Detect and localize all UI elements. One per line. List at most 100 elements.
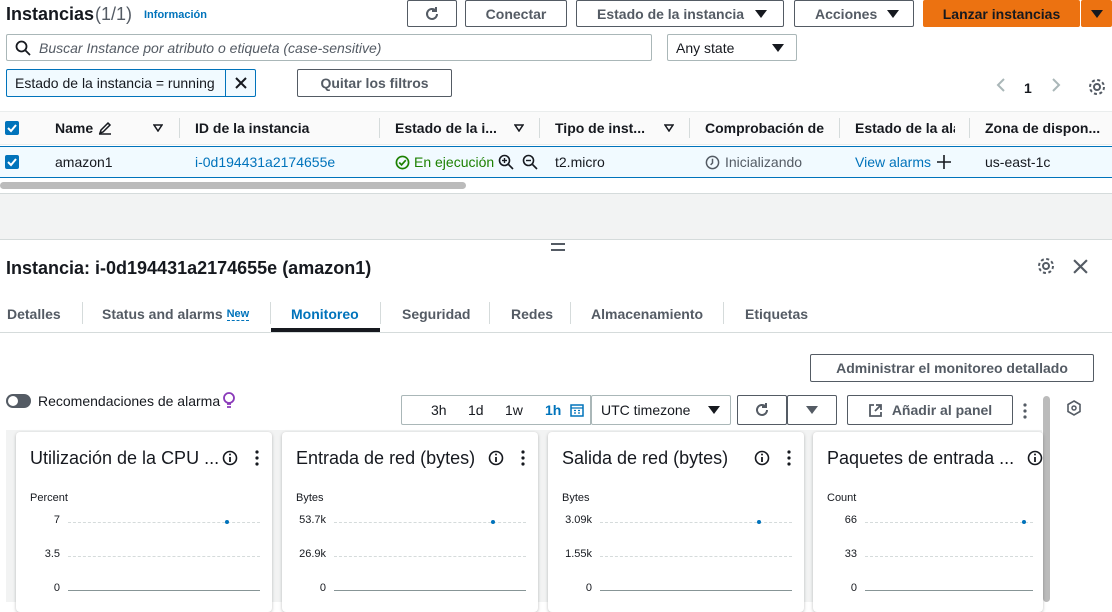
- more-options-icon[interactable]: [786, 449, 792, 467]
- add-to-dashboard-button[interactable]: Añadir al panel: [847, 395, 1013, 425]
- state-filter-select[interactable]: Any state: [667, 34, 797, 61]
- tab-security[interactable]: Seguridad: [402, 296, 470, 332]
- refresh-button[interactable]: [407, 0, 457, 27]
- chart-y-tick: 1.55k: [565, 548, 592, 560]
- search-input[interactable]: Buscar Instance por atributo o etiqueta …: [6, 34, 652, 61]
- launch-instances-button[interactable]: Lanzar instancias: [923, 0, 1080, 27]
- select-all-checkbox[interactable]: [5, 121, 19, 135]
- row-state-label: En ejecución: [414, 154, 495, 170]
- chart-gridline: [334, 556, 526, 557]
- column-separator: [539, 118, 540, 138]
- panel-close-button[interactable]: [1073, 259, 1088, 277]
- table-settings-button[interactable]: [1088, 78, 1106, 99]
- gear-icon: [1089, 79, 1105, 95]
- chart-gridline: [865, 590, 1033, 591]
- page-number[interactable]: 1: [1024, 80, 1032, 96]
- alarm-recommendations-toggle[interactable]: [6, 394, 31, 408]
- chart-data-point[interactable]: [225, 520, 229, 524]
- row-status-check: Inicializando: [705, 147, 802, 177]
- active-filter-label: Estado de la instancia = running: [15, 75, 215, 91]
- range-1h[interactable]: 1h: [545, 402, 561, 418]
- split-panel-divider: [0, 239, 1112, 240]
- active-filter-token: Estado de la instancia = running: [6, 69, 256, 97]
- column-header-state[interactable]: Estado de la i...: [395, 112, 497, 144]
- chart-y-tick: 33: [844, 548, 857, 560]
- zoom-out-icon[interactable]: [522, 154, 538, 170]
- timezone-value: UTC timezone: [601, 402, 691, 418]
- next-page-button[interactable]: [1050, 77, 1062, 96]
- metrics-scrollbar[interactable]: [1043, 396, 1050, 602]
- column-header-zone[interactable]: Zona de dispon...: [985, 112, 1100, 144]
- row-availability-zone: us-east-1c: [985, 154, 1051, 170]
- timezone-select[interactable]: UTC timezone: [591, 395, 731, 425]
- tab-details[interactable]: Detalles: [7, 296, 61, 332]
- search-placeholder: Buscar Instance por atributo o etiqueta …: [39, 39, 382, 56]
- metric-card: Utilización de la CPU ... Percent 7 3.5 0: [16, 432, 272, 612]
- more-options-icon[interactable]: [1022, 402, 1028, 420]
- range-1d[interactable]: 1d: [468, 402, 484, 418]
- alarm-recommendations-label: Recomendaciones de alarma: [38, 393, 221, 409]
- tab-storage[interactable]: Almacenamiento: [591, 296, 703, 332]
- range-1w[interactable]: 1w: [505, 402, 523, 418]
- tab-status-and-alarms[interactable]: Status and alarms New: [102, 296, 250, 332]
- instance-state-button[interactable]: Estado de la instancia: [576, 0, 784, 27]
- column-header-id[interactable]: ID de la instancia: [195, 112, 309, 144]
- add-to-dashboard-label: Añadir al panel: [891, 402, 993, 418]
- chart-gridline: [68, 590, 260, 591]
- clear-filters-button[interactable]: Quitar los filtros: [297, 69, 452, 97]
- column-header-name[interactable]: Name: [55, 112, 112, 144]
- panel-settings-button[interactable]: [1037, 257, 1055, 278]
- info-icon[interactable]: [1027, 450, 1043, 466]
- chevron-down-icon: [755, 9, 767, 18]
- close-icon: [234, 77, 247, 89]
- row-checkbox[interactable]: [5, 155, 19, 169]
- column-header-type[interactable]: Tipo de inst...: [555, 112, 645, 144]
- chart-data-point[interactable]: [1022, 520, 1026, 524]
- tab-monitoring[interactable]: Monitoreo: [291, 296, 359, 332]
- more-options-icon[interactable]: [520, 449, 526, 467]
- range-3h[interactable]: 3h: [431, 402, 447, 418]
- launch-dropdown-button[interactable]: [1081, 0, 1112, 27]
- info-icon[interactable]: [488, 450, 504, 466]
- remove-filter-button[interactable]: [225, 70, 255, 96]
- zoom-in-icon[interactable]: [498, 154, 514, 170]
- connect-button[interactable]: Conectar: [465, 0, 567, 27]
- sort-icon[interactable]: [664, 124, 674, 132]
- actions-label: Acciones: [815, 5, 878, 22]
- more-options-icon[interactable]: [254, 449, 260, 467]
- calendar-icon[interactable]: [570, 403, 584, 417]
- manage-detailed-monitoring-button[interactable]: Administrar el monitoreo detallado: [810, 354, 1094, 382]
- tab-networking[interactable]: Redes: [511, 296, 553, 332]
- external-link-icon: [868, 403, 882, 417]
- refresh-icon: [426, 6, 438, 20]
- lightbulb-icon[interactable]: [222, 392, 236, 410]
- prev-page-button[interactable]: [995, 77, 1007, 96]
- column-header-alarms[interactable]: Estado de la ala: [855, 112, 955, 144]
- row-view-alarms-link[interactable]: View alarms: [855, 147, 931, 177]
- column-name-label: Name: [55, 120, 94, 136]
- hexagon-settings-icon[interactable]: [1066, 400, 1082, 416]
- chevron-down-icon: [772, 43, 784, 52]
- info-link[interactable]: Información: [144, 9, 207, 21]
- info-icon[interactable]: [222, 450, 238, 466]
- actions-button[interactable]: Acciones: [794, 0, 914, 27]
- chevron-down-icon: [1090, 9, 1103, 18]
- tabs-divider: [0, 332, 1112, 333]
- refresh-metrics-button[interactable]: [737, 395, 787, 425]
- column-header-check[interactable]: Comprobación de: [705, 112, 824, 144]
- state-filter-value: Any state: [676, 39, 735, 56]
- info-icon[interactable]: [754, 450, 770, 466]
- tab-separator: [570, 302, 571, 324]
- plus-icon[interactable]: [936, 154, 952, 170]
- sort-icon[interactable]: [153, 124, 163, 132]
- row-instance-id-link[interactable]: i-0d194431a2174655e: [195, 147, 335, 177]
- table-scrollbar[interactable]: [0, 182, 466, 189]
- chart-data-point[interactable]: [757, 520, 761, 524]
- refresh-interval-button[interactable]: [787, 395, 837, 425]
- resize-handle[interactable]: [551, 243, 565, 251]
- chart-gridline: [600, 522, 792, 523]
- chart-data-point[interactable]: [491, 520, 495, 524]
- sort-icon[interactable]: [514, 124, 524, 132]
- details-title: Instancia: i-0d194431a2174655e (amazon1): [6, 258, 372, 278]
- tab-tags[interactable]: Etiquetas: [745, 296, 808, 332]
